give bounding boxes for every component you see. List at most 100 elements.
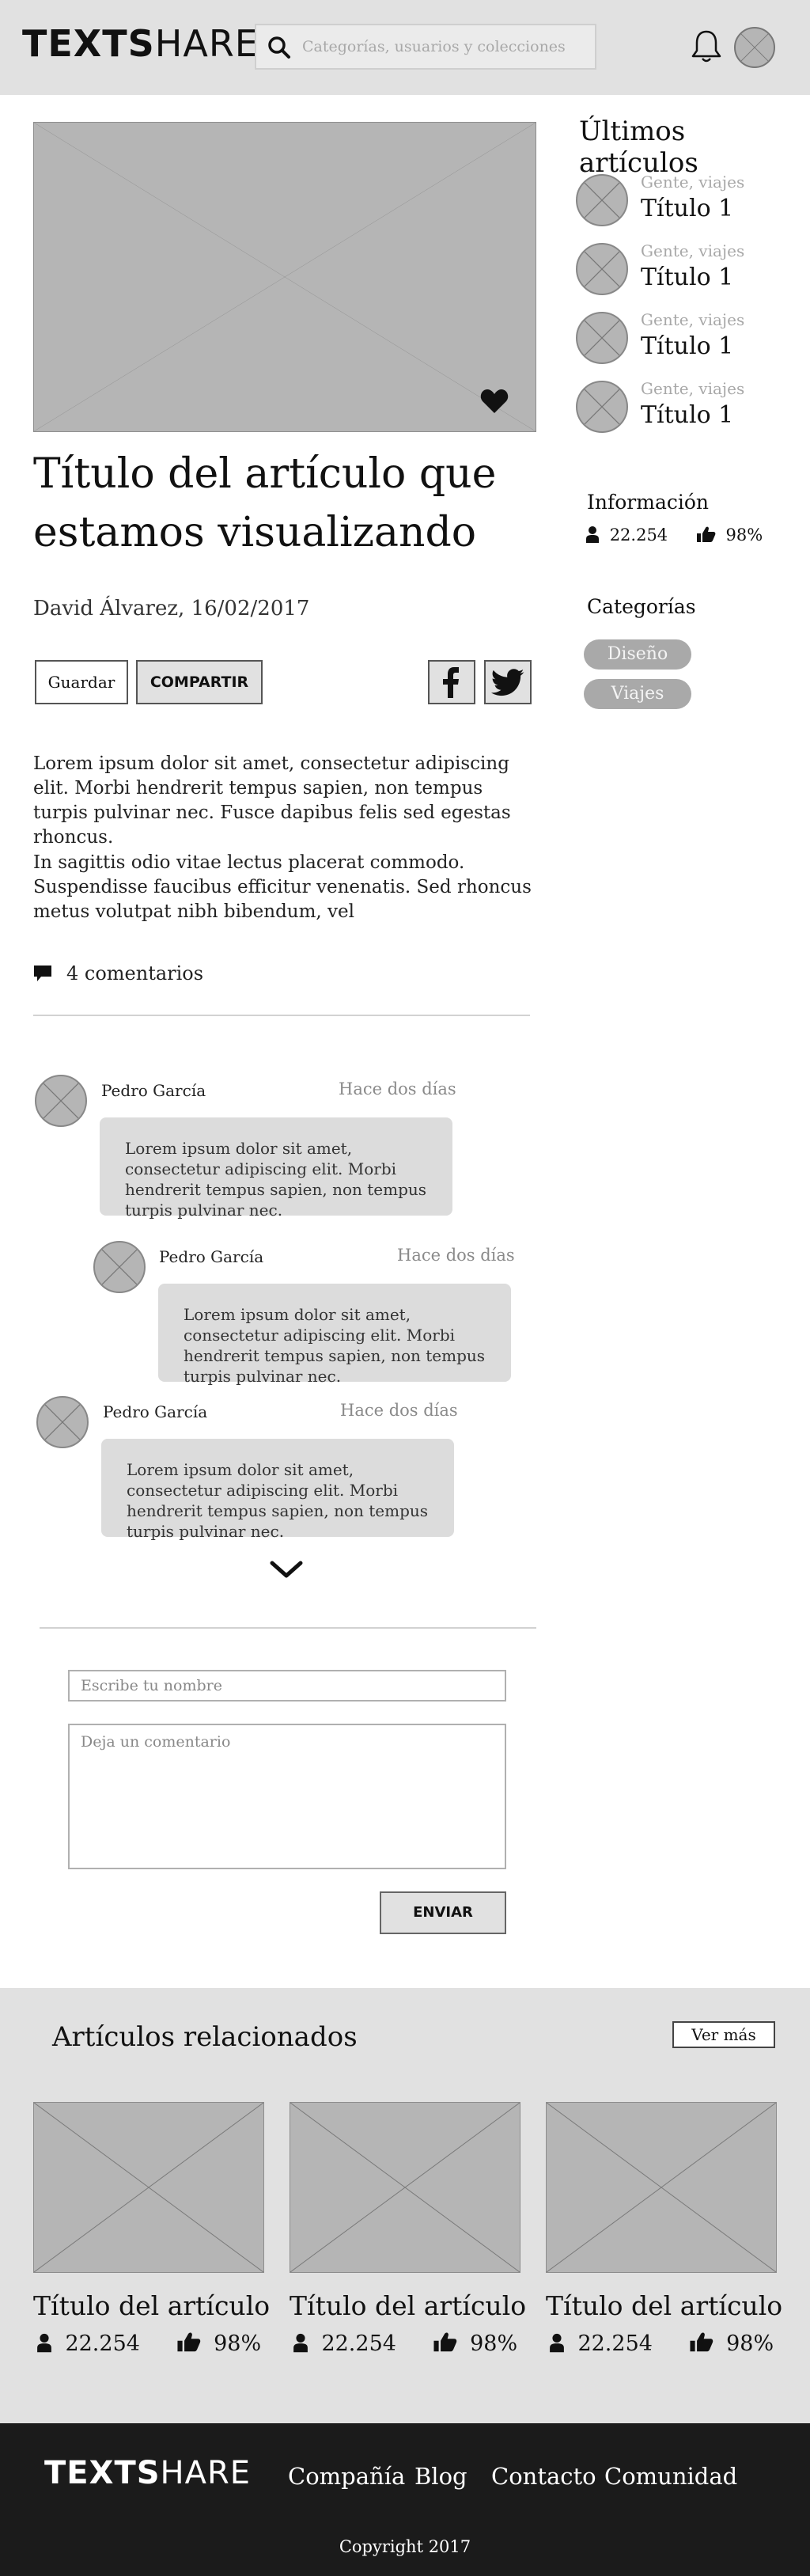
latest-article-thumbnail: [576, 243, 628, 295]
comment-author[interactable]: Pedro García: [101, 1081, 206, 1100]
comment-bubble: Lorem ipsum dolor sit amet, consectetur …: [101, 1439, 454, 1541]
latest-article-category: Gente, viajes: [641, 310, 745, 329]
footer-link-blog[interactable]: Blog: [414, 2463, 467, 2490]
twitter-share-button[interactable]: [484, 660, 532, 704]
comment-icon: [34, 966, 51, 981]
related-article-stats: 22.254 98%: [290, 2331, 520, 2356]
latest-article-category: Gente, viajes: [641, 379, 745, 398]
heart-icon[interactable]: [479, 388, 509, 415]
thumbs-up-icon: [176, 2332, 200, 2352]
user-icon: [293, 2333, 308, 2353]
views-count: 22.254: [321, 2331, 396, 2356]
related-article-image: [33, 2102, 264, 2273]
user-icon: [36, 2333, 51, 2353]
search-icon[interactable]: [267, 36, 291, 59]
related-article-title: Título del artículo: [290, 2290, 527, 2321]
latest-article-item[interactable]: Gente, viajes Título 1: [576, 238, 782, 302]
save-button[interactable]: Guardar: [35, 660, 128, 704]
logo-bold-text: TEXTS: [22, 22, 155, 65]
latest-article-item[interactable]: Gente, viajes Título 1: [576, 376, 782, 439]
top-header: TEXTSHARE: [0, 0, 810, 95]
article-byline: David Álvarez, 16/02/2017: [33, 597, 310, 620]
latest-article-thumbnail: [576, 312, 628, 364]
article-title: Título del artículo que estamos visualiz…: [33, 450, 497, 556]
divider: [33, 1015, 530, 1016]
latest-article-thumbnail: [576, 381, 628, 433]
share-button[interactable]: COMPARTIR: [136, 660, 263, 704]
commenter-avatar[interactable]: [35, 1075, 87, 1127]
footer-link-community[interactable]: Comunidad: [604, 2463, 737, 2490]
copyright-text: Copyright 2017: [339, 2537, 471, 2556]
views-count: 22.254: [65, 2331, 140, 2356]
views-count: 22.254: [609, 525, 668, 544]
likes-percent: 98%: [214, 2331, 262, 2356]
latest-article-title: Título 1: [641, 332, 734, 360]
logo-light-text: HARE: [160, 2455, 252, 2491]
commenter-avatar[interactable]: [36, 1396, 89, 1448]
commenter-avatar[interactable]: [93, 1241, 146, 1293]
comments-count[interactable]: 4 comentarios: [33, 962, 203, 984]
comment-bubble: Lorem ipsum dolor sit amet, consectetur …: [158, 1284, 511, 1386]
comment-author[interactable]: Pedro García: [103, 1402, 207, 1421]
user-avatar[interactable]: [734, 27, 775, 68]
footer-logo[interactable]: TEXTSHARE: [44, 2455, 251, 2491]
info-heading: Información: [587, 491, 709, 514]
related-article-card[interactable]: Título del artículo 22.254 98%: [33, 2102, 271, 2356]
comment-textarea[interactable]: [68, 1724, 506, 1869]
related-article-stats: 22.254 98%: [33, 2331, 264, 2356]
facebook-share-button[interactable]: [428, 660, 475, 704]
related-article-title: Título del artículo: [33, 2290, 271, 2321]
info-stats: 22.254 98%: [585, 525, 763, 544]
comment-time: Hace dos días: [340, 1401, 458, 1420]
logo-bold-text: TEXTS: [44, 2455, 161, 2491]
related-articles-section: Artículos relacionados Ver más Título de…: [0, 1988, 810, 2423]
site-footer: TEXTSHARE Compañía Blog Contacto Comunid…: [0, 2423, 810, 2576]
related-articles-heading: Artículos relacionados: [52, 2021, 358, 2053]
category-tag[interactable]: Diseño: [584, 639, 691, 670]
categories-heading: Categorías: [587, 595, 696, 618]
comment-author[interactable]: Pedro García: [159, 1247, 263, 1266]
views-count: 22.254: [577, 2331, 653, 2356]
related-article-card[interactable]: Título del artículo 22.254 98%: [546, 2102, 783, 2356]
category-tag[interactable]: Viajes: [584, 679, 691, 709]
divider: [40, 1627, 536, 1629]
related-article-image: [290, 2102, 520, 2273]
search-bar: [255, 24, 596, 70]
site-logo[interactable]: TEXTSHARE: [22, 22, 259, 65]
likes-percent: 98%: [726, 2331, 774, 2356]
likes-percent: 98%: [470, 2331, 518, 2356]
comments-count-label: 4 comentarios: [66, 962, 204, 984]
footer-link-contact[interactable]: Contacto: [491, 2463, 596, 2490]
article-hero-image: [33, 122, 536, 432]
latest-article-title: Título 1: [641, 401, 734, 429]
latest-article-title: Título 1: [641, 195, 734, 222]
thumbs-up-icon: [433, 2332, 456, 2352]
related-article-card[interactable]: Título del artículo 22.254 98%: [290, 2102, 527, 2356]
latest-article-category: Gente, viajes: [641, 173, 745, 192]
chevron-down-icon[interactable]: [269, 1559, 304, 1580]
comment-time: Hace dos días: [339, 1079, 456, 1098]
notification-bell-icon[interactable]: [691, 28, 722, 63]
article-paragraph: In sagittis odio vitae lectus placerat c…: [33, 852, 532, 922]
see-more-button[interactable]: Ver más: [672, 2021, 775, 2048]
latest-article-title: Título 1: [641, 264, 734, 291]
footer-link-company[interactable]: Compañía: [288, 2463, 405, 2490]
thumbs-up-icon: [689, 2332, 713, 2352]
related-article-image: [546, 2102, 777, 2273]
comment-time: Hace dos días: [397, 1246, 515, 1265]
user-icon: [549, 2333, 564, 2353]
article-paragraph: Lorem ipsum dolor sit amet, consectetur …: [33, 753, 511, 848]
latest-article-item[interactable]: Gente, viajes Título 1: [576, 307, 782, 370]
latest-article-thumbnail: [576, 174, 628, 226]
facebook-icon: [443, 667, 459, 698]
comment-bubble: Lorem ipsum dolor sit amet, consectetur …: [100, 1117, 452, 1220]
name-input[interactable]: [68, 1670, 506, 1702]
logo-light-text: HARE: [154, 22, 259, 65]
send-button[interactable]: ENVIAR: [380, 1891, 506, 1934]
user-icon: [586, 526, 599, 543]
related-article-title: Título del artículo: [546, 2290, 783, 2321]
twitter-icon: [490, 669, 524, 696]
latest-article-item[interactable]: Gente, viajes Título 1: [576, 169, 782, 233]
search-input[interactable]: [302, 33, 587, 60]
related-article-stats: 22.254 98%: [546, 2331, 777, 2356]
